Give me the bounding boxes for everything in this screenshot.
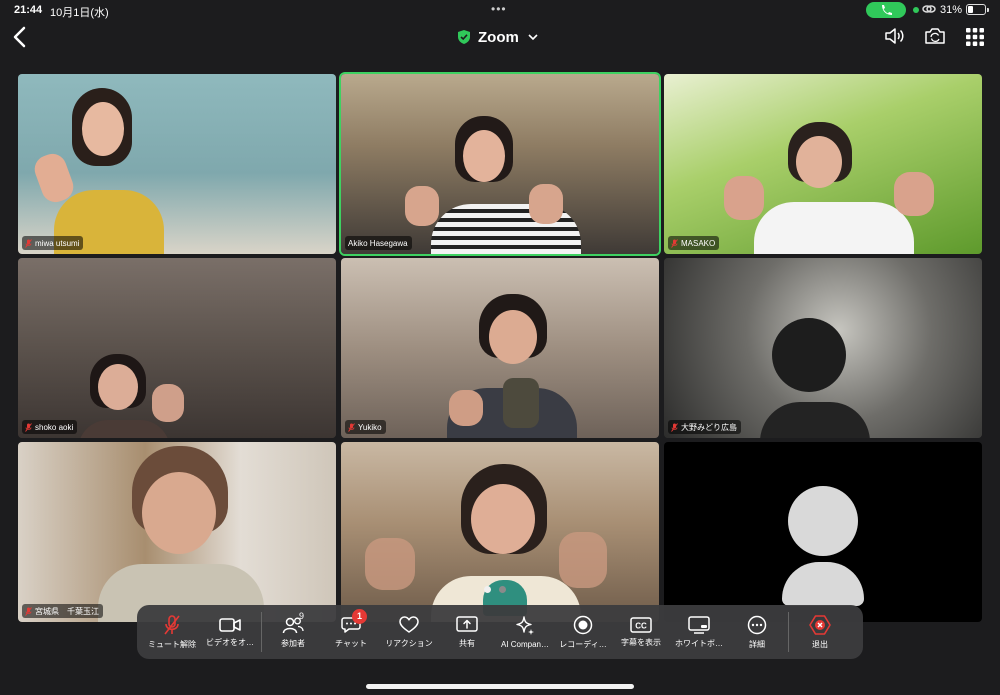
participant-name-tag: 大野みどり広島 bbox=[668, 420, 741, 434]
link-icon bbox=[922, 5, 936, 13]
heart-icon bbox=[399, 615, 419, 633]
participant-name-tag: shoko aoki bbox=[22, 420, 78, 434]
avatar-placeholder-body bbox=[782, 562, 864, 606]
participant-video-tile-camera-off[interactable] bbox=[664, 442, 982, 622]
page-dot bbox=[499, 586, 506, 593]
camera-flip-icon[interactable] bbox=[924, 26, 946, 46]
participant-video-tile[interactable] bbox=[341, 442, 659, 622]
participant-name-tag: MASAKO bbox=[668, 236, 720, 250]
back-chevron-icon[interactable] bbox=[12, 26, 28, 48]
shield-check-icon bbox=[458, 30, 470, 44]
participant-video-tile[interactable]: 大野みどり広島 bbox=[664, 258, 982, 438]
participant-name: Akiko Hasegawa bbox=[348, 238, 408, 248]
mic-muted-icon bbox=[671, 422, 678, 432]
page-dot-active bbox=[484, 586, 491, 593]
start-video-button[interactable]: ビデオをオ… bbox=[201, 605, 259, 659]
ai-companion-button[interactable]: AI Compan… bbox=[496, 605, 554, 659]
meeting-controls-toolbar: ミュート解除 ビデオをオ… 9 参加者 1 チャット リアクション 共有 AI … bbox=[137, 605, 863, 659]
share-button[interactable]: 共有 bbox=[438, 605, 496, 659]
participant-name-tag: Yukiko bbox=[345, 420, 386, 434]
unmute-button[interactable]: ミュート解除 bbox=[143, 605, 201, 659]
participant-name: shoko aoki bbox=[35, 422, 74, 432]
mic-muted-icon bbox=[25, 422, 32, 432]
participant-name: 大野みどり広島 bbox=[681, 422, 737, 432]
mic-muted-icon bbox=[25, 238, 32, 248]
captions-label: 字幕を表示 bbox=[621, 637, 661, 647]
leave-meeting-button[interactable]: 退出 bbox=[791, 605, 849, 659]
participant-video-tile[interactable]: miwa utsumi bbox=[18, 74, 336, 254]
battery-icon bbox=[966, 4, 989, 15]
share-label: 共有 bbox=[459, 638, 475, 648]
participant-name: miwa utsumi bbox=[35, 238, 80, 248]
status-bar: 21:44 10月1日(水) ••• 31% bbox=[0, 0, 1000, 20]
camera-in-use-dot bbox=[913, 7, 919, 13]
share-screen-icon bbox=[456, 615, 478, 632]
leave-label: 退出 bbox=[812, 639, 828, 649]
participant-video-tile[interactable]: shoko aoki bbox=[18, 258, 336, 438]
ai-companion-label: AI Compan… bbox=[500, 639, 550, 649]
participant-name-tag: 宮城県 千葉玉江 bbox=[22, 604, 103, 618]
unmute-label: ミュート解除 bbox=[148, 639, 196, 649]
multitasking-dots-icon[interactable]: ••• bbox=[491, 2, 507, 16]
chat-button[interactable]: 1 チャット bbox=[322, 605, 380, 659]
participant-name: 宮城県 千葉玉江 bbox=[35, 606, 99, 616]
closed-caption-icon: CC bbox=[630, 616, 652, 633]
speaker-icon[interactable] bbox=[884, 26, 906, 46]
mic-muted-icon bbox=[25, 606, 32, 616]
mic-muted-icon bbox=[164, 614, 180, 634]
whiteboard-icon bbox=[688, 615, 710, 634]
status-time: 21:44 bbox=[14, 4, 43, 16]
grid-view-icon[interactable] bbox=[966, 28, 984, 46]
meeting-title-button[interactable]: Zoom bbox=[458, 27, 539, 47]
participant-name-tag: miwa utsumi bbox=[22, 236, 84, 250]
participants-count: 9 bbox=[299, 611, 305, 621]
participant-video-tile[interactable]: Yukiko bbox=[341, 258, 659, 438]
start-video-label: ビデオをオ… bbox=[206, 637, 254, 647]
leave-x-icon bbox=[809, 614, 831, 635]
reactions-label: リアクション bbox=[385, 638, 433, 648]
meeting-header: Zoom bbox=[0, 20, 1000, 54]
record-icon bbox=[573, 615, 593, 634]
participant-video-tile[interactable]: MASAKO bbox=[664, 74, 982, 254]
reactions-button[interactable]: リアクション bbox=[380, 605, 438, 659]
participant-name: MASAKO bbox=[681, 238, 716, 248]
more-button[interactable]: 詳細 bbox=[728, 605, 786, 659]
participant-video-tile-active-speaker[interactable]: Akiko Hasegawa bbox=[341, 74, 659, 254]
toolbar-divider bbox=[261, 612, 262, 652]
meeting-title: Zoom bbox=[478, 28, 519, 46]
ai-sparkle-icon bbox=[516, 615, 534, 635]
record-button[interactable]: レコーディ… bbox=[554, 605, 612, 659]
video-camera-icon bbox=[219, 617, 241, 632]
status-date: 10月1日(水) bbox=[50, 7, 109, 19]
chevron-down-icon bbox=[528, 34, 538, 41]
phone-icon bbox=[882, 5, 892, 15]
more-dots-icon bbox=[747, 615, 767, 634]
participant-name-tag: Akiko Hasegawa bbox=[345, 236, 412, 250]
mic-muted-icon bbox=[348, 422, 355, 432]
captions-button[interactable]: CC 字幕を表示 bbox=[612, 605, 670, 659]
chat-label: チャット bbox=[335, 638, 367, 648]
svg-text:CC: CC bbox=[635, 621, 647, 630]
record-label: レコーディ… bbox=[559, 639, 607, 649]
more-label: 詳細 bbox=[749, 639, 765, 649]
whiteboard-button[interactable]: ホワイトボ… bbox=[670, 605, 728, 659]
battery-percent: 31% bbox=[940, 4, 963, 16]
whiteboard-label: ホワイトボ… bbox=[675, 638, 723, 648]
participant-video-tile[interactable]: 宮城県 千葉玉江 bbox=[18, 442, 336, 622]
home-indicator[interactable] bbox=[366, 684, 634, 689]
participants-label: 参加者 bbox=[281, 638, 305, 648]
chat-unread-badge: 1 bbox=[352, 609, 367, 624]
gallery-page-indicator[interactable] bbox=[484, 586, 506, 593]
toolbar-divider bbox=[788, 612, 789, 652]
participant-name: Yukiko bbox=[358, 422, 382, 432]
active-call-pill[interactable] bbox=[866, 2, 906, 18]
participants-button[interactable]: 9 参加者 bbox=[264, 605, 322, 659]
avatar-placeholder-icon bbox=[788, 486, 858, 556]
mic-muted-icon bbox=[671, 238, 678, 248]
